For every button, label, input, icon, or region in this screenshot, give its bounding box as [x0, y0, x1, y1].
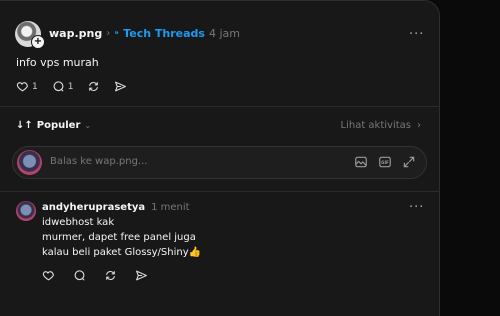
send-icon: [136, 270, 147, 281]
comment-repost-button[interactable]: [104, 269, 117, 282]
like-count: 1: [32, 81, 38, 92]
post-actions: 1 1: [16, 80, 127, 93]
thumbs-up-emoji: 👍: [188, 247, 202, 258]
comment-username[interactable]: andyheruprasetya: [42, 202, 145, 213]
thread-panel: + wap.png › ⁍ Tech Threads 4 jam ··· inf…: [0, 0, 440, 316]
heart-icon: [42, 271, 54, 281]
post-username[interactable]: wap.png: [49, 27, 102, 40]
topic-link[interactable]: Tech Threads: [123, 27, 205, 40]
sort-dropdown[interactable]: ↓↑ Populer ⌄: [16, 120, 91, 131]
comment-header: andyheruprasetya 1 menit: [42, 202, 190, 213]
repost-button[interactable]: [87, 80, 100, 93]
comment-icon: [74, 270, 85, 281]
divider: [0, 191, 440, 192]
like-button[interactable]: 1: [16, 80, 38, 93]
comment-icon: [53, 81, 64, 92]
comment-text-line: idwebhost kak: [42, 217, 115, 228]
activity-label: Lihat aktivitas: [340, 120, 412, 131]
comment-time: 1 menit: [151, 202, 190, 213]
reply-placeholder: Balas ke wap.png...: [50, 156, 148, 167]
post-header: wap.png › ⁍ Tech Threads 4 jam: [49, 27, 240, 40]
divider: [0, 106, 440, 107]
reply-attachments: GIF: [354, 155, 416, 169]
comment-text: kalau beli paket Glossy/Shiny: [42, 247, 189, 258]
comment-reply-button[interactable]: [73, 269, 86, 282]
follow-plus-icon[interactable]: +: [31, 35, 45, 49]
repost-icon: [89, 82, 99, 91]
share-button[interactable]: [114, 80, 127, 93]
topic-icon: ⁍: [114, 28, 120, 39]
reply-button[interactable]: 1: [52, 80, 74, 93]
send-icon: [115, 81, 127, 92]
post-text: info vps murah: [16, 56, 99, 69]
post-time: 4 jam: [208, 27, 240, 40]
comment-text-line: murmer, dapet free panel juga: [42, 232, 196, 243]
comment-like-button[interactable]: [42, 269, 55, 282]
sort-icon: ↓↑: [16, 120, 33, 131]
repost-icon: [106, 271, 115, 280]
current-user-avatar: [17, 150, 42, 175]
image-icon[interactable]: [354, 155, 368, 169]
comment-author-avatar[interactable]: [16, 201, 36, 221]
view-activity-link[interactable]: Lihat aktivitas ›: [341, 120, 422, 131]
reply-count: 1: [67, 81, 74, 92]
chevron-down-icon: ⌄: [84, 121, 92, 130]
comment-more-options-icon[interactable]: ···: [409, 200, 424, 215]
chevron-right-icon: ›: [417, 120, 421, 131]
svg-text:GIF: GIF: [381, 160, 389, 165]
expand-icon[interactable]: [402, 155, 416, 169]
comment-share-button[interactable]: [135, 269, 148, 282]
comment-text-line: kalau beli paket Glossy/Shiny👍: [42, 247, 201, 258]
gif-icon[interactable]: GIF: [378, 155, 392, 169]
chevron-right-icon: ›: [106, 28, 111, 39]
more-options-icon[interactable]: ···: [409, 27, 424, 42]
comment-actions: [42, 269, 148, 282]
reply-input[interactable]: Balas ke wap.png... GIF: [12, 146, 427, 179]
sort-label: Populer: [36, 120, 81, 131]
heart-icon: [16, 82, 28, 92]
